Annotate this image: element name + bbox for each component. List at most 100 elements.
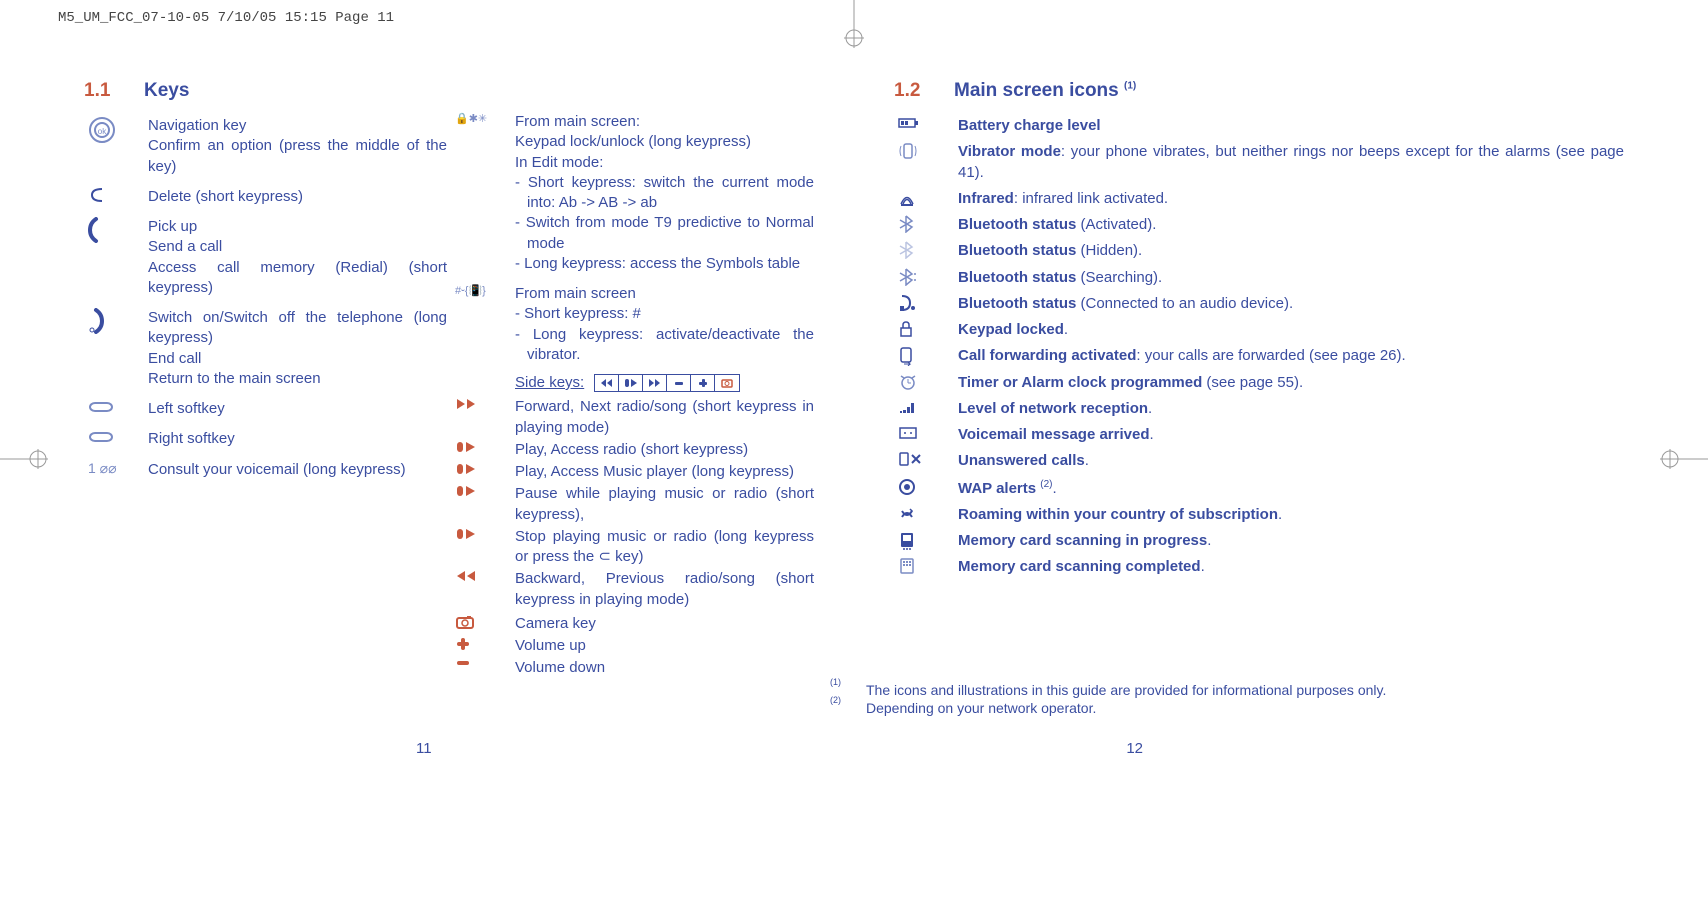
def-bt-activated: Bluetooth status (Activated). xyxy=(894,215,1624,235)
def-voicemail: Voicemail message arrived. xyxy=(894,425,1624,445)
end-key-icon xyxy=(84,308,148,389)
lock-icon xyxy=(894,320,958,340)
def-callfwd: Call forwarding activated: your calls ar… xyxy=(894,346,1624,366)
text: Right softkey xyxy=(148,429,447,449)
def-lock-star: 🔒✱✳ From main screen: Keypad lock/unlock… xyxy=(451,112,814,274)
vibrator-icon xyxy=(894,142,958,183)
text: Unanswered calls xyxy=(958,452,1085,469)
def-backward: Backward, Previous radio/song (short key… xyxy=(451,569,814,610)
def-vibrator: Vibrator mode: your phone vibrates, but … xyxy=(894,142,1624,183)
text: (Connected to an audio device). xyxy=(1076,295,1293,312)
def-bt-searching: Bluetooth status (Searching). xyxy=(894,268,1624,288)
def-pickup: Pick up Send a call Access call memory (… xyxy=(84,217,447,298)
play-icon xyxy=(451,462,515,482)
footnote-text: Depending on your network operator. xyxy=(866,699,1096,717)
text: Bluetooth status xyxy=(958,242,1076,259)
camera-icon xyxy=(451,614,515,634)
page-number-right: 12 xyxy=(1126,740,1143,757)
text: Volume up xyxy=(515,636,814,656)
text: From main screen: xyxy=(515,113,640,130)
text: - Short keypress: # xyxy=(515,304,814,324)
page-11: 1.1 Keys ok Navigation key Confirm an op… xyxy=(84,80,824,767)
play-icon xyxy=(451,484,515,525)
text: In Edit mode: xyxy=(515,154,603,171)
text: Stop playing music or radio (long keypre… xyxy=(515,527,814,568)
text: (see page 55). xyxy=(1202,374,1303,391)
text: Confirm an option (press the middle of t… xyxy=(148,137,447,174)
text: (Searching). xyxy=(1076,269,1162,286)
text: Left softkey xyxy=(148,399,447,419)
print-header: M5_UM_FCC_07-10-05 7/10/05 15:15 Page 11 xyxy=(58,10,394,26)
signal-icon xyxy=(894,399,958,419)
text: Consult your voicemail (long keypress) xyxy=(148,460,447,480)
def-wap: WAP alerts (2). xyxy=(894,478,1624,499)
text: (2) xyxy=(1040,479,1052,490)
def-alarm: Timer or Alarm clock programmed (see pag… xyxy=(894,373,1624,393)
missed-call-icon xyxy=(894,451,958,471)
def-bt-audio: Bluetooth status (Connected to an audio … xyxy=(894,294,1624,314)
def-side-keys: Side keys: xyxy=(451,373,814,393)
def-bt-hidden: Bluetooth status (Hidden). xyxy=(894,241,1624,261)
text: Switch on/Switch off the telephone (long… xyxy=(148,309,447,346)
memory-scan-icon xyxy=(894,531,958,551)
rewind-icon xyxy=(595,375,619,391)
minus-icon xyxy=(451,658,515,678)
text: From main screen xyxy=(515,285,636,302)
def-navigation-key: ok Navigation key Confirm an option (pre… xyxy=(84,116,447,177)
call-forward-icon xyxy=(894,346,958,366)
alarm-icon xyxy=(894,373,958,393)
lock-star-key-icon: 🔒✱✳ xyxy=(451,112,515,274)
svg-text:ok: ok xyxy=(98,127,107,136)
def-infrared: Infrared: infrared link activated. xyxy=(894,189,1624,209)
def-left-softkey: Left softkey xyxy=(84,399,447,419)
bluetooth-search-icon xyxy=(894,268,958,288)
text: Keypad locked xyxy=(958,321,1064,338)
text: Infrared xyxy=(958,190,1014,207)
def-camera: Camera key xyxy=(451,614,814,634)
def-pound-vib: #⏑{📳} From main screen - Short keypress:… xyxy=(451,284,814,365)
crop-mark-top xyxy=(834,0,874,50)
pound-vib-key-icon: #⏑{📳} xyxy=(451,284,515,365)
voicemail-icon xyxy=(894,425,958,445)
footnote-text: The icons and illustrations in this guid… xyxy=(866,681,1386,699)
text: - Long keypress: activate/deactivate the… xyxy=(515,325,814,366)
text: Memory card scanning completed xyxy=(958,558,1201,575)
minus-icon xyxy=(667,375,691,391)
text: Pause while playing music or radio (shor… xyxy=(515,484,814,525)
memory-done-icon xyxy=(894,557,958,577)
def-voicemail: 1 ⌀⌀ Consult your voicemail (long keypre… xyxy=(84,460,447,480)
def-pause: Pause while playing music or radio (shor… xyxy=(451,484,814,525)
def-battery: Battery charge level xyxy=(894,116,1624,136)
camera-icon xyxy=(715,375,739,391)
def-play-radio: Play, Access radio (short keypress) xyxy=(451,440,814,460)
text: Return to the main screen xyxy=(148,370,321,387)
left-softkey-icon xyxy=(84,399,148,419)
forward-icon xyxy=(451,397,515,438)
text: Timer or Alarm clock programmed xyxy=(958,374,1202,391)
page-content: 1.1 Keys ok Navigation key Confirm an op… xyxy=(84,80,1624,767)
text: Navigation key xyxy=(148,117,246,134)
battery-icon xyxy=(894,116,958,136)
text: Backward, Previous radio/song (short key… xyxy=(515,569,814,610)
section-number: 1.1 xyxy=(84,80,120,102)
text: - Short keypress: switch the current mod… xyxy=(515,173,814,214)
bluetooth-audio-icon xyxy=(894,294,958,314)
right-softkey-icon xyxy=(84,429,148,449)
footnote-marker: (2) xyxy=(830,695,848,713)
text: : infrared link activated. xyxy=(1014,190,1168,207)
text: Voicemail message arrived xyxy=(958,426,1150,443)
text: WAP alerts xyxy=(958,480,1040,497)
text: Keypad lock/unlock (long keypress) xyxy=(515,133,751,150)
bluetooth-icon xyxy=(894,215,958,235)
play-icon xyxy=(451,440,515,460)
nav-key-icon: ok xyxy=(84,116,148,177)
footnote-marker: (1) xyxy=(830,677,848,695)
def-play-music: Play, Access Music player (long keypress… xyxy=(451,462,814,482)
plus-icon xyxy=(451,636,515,656)
blank-icon xyxy=(451,373,515,393)
text: Camera key xyxy=(515,614,814,634)
text: (Activated). xyxy=(1076,216,1156,233)
rewind-icon xyxy=(451,569,515,610)
def-right-softkey: Right softkey xyxy=(84,429,447,449)
footnotes: (1)The icons and illustrations in this g… xyxy=(830,681,1386,717)
